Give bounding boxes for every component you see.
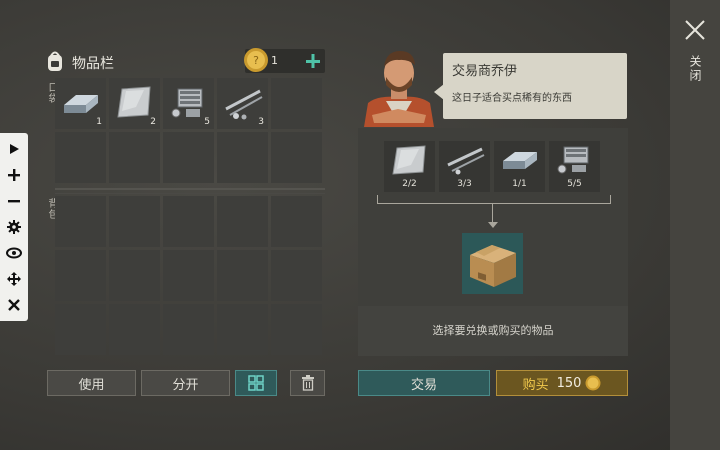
recipe-arrow-line bbox=[492, 203, 493, 223]
pocket-slot-4[interactable]: 3 bbox=[217, 78, 268, 129]
pipe-parts-icon bbox=[447, 147, 485, 175]
backpack-slot[interactable] bbox=[271, 250, 322, 301]
sort-button[interactable] bbox=[235, 370, 277, 396]
pocket-slot-3[interactable]: 5 bbox=[163, 78, 214, 129]
add-coins-button[interactable] bbox=[303, 51, 323, 71]
minus-icon bbox=[8, 200, 20, 203]
backpack-slot[interactable] bbox=[163, 304, 214, 355]
grid-sort-icon bbox=[248, 375, 264, 391]
backpack-slot[interactable] bbox=[271, 304, 322, 355]
section-divider bbox=[55, 193, 325, 194]
recipe-bracket bbox=[377, 195, 611, 204]
inventory-header: 物品栏 ? 1 bbox=[45, 48, 325, 74]
split-button[interactable]: 分开 bbox=[141, 370, 230, 396]
pocket-slot-9[interactable] bbox=[217, 132, 268, 183]
move-tool[interactable] bbox=[4, 269, 24, 289]
pocket-slot-7[interactable] bbox=[109, 132, 160, 183]
pocket-slot-1[interactable]: 1 bbox=[55, 78, 106, 129]
backpack-icon bbox=[48, 51, 62, 71]
cardboard-box-icon bbox=[470, 245, 516, 287]
buy-label: 购买 bbox=[522, 377, 549, 393]
gear-icon bbox=[7, 220, 21, 234]
coin-counter: ? 1 bbox=[244, 48, 325, 73]
side-toolbar bbox=[0, 133, 28, 321]
item-quantity: 5 bbox=[204, 117, 210, 127]
engine-part-icon bbox=[171, 88, 203, 118]
zoom-out-tool[interactable] bbox=[4, 191, 24, 211]
backpack-slot[interactable] bbox=[55, 196, 106, 247]
required-item-1[interactable]: 2/2 bbox=[384, 141, 435, 192]
reward-item[interactable] bbox=[462, 233, 523, 294]
play-icon bbox=[10, 144, 19, 154]
metal-bar-icon bbox=[503, 152, 537, 169]
arrow-down-icon bbox=[488, 222, 498, 228]
metal-bar-icon bbox=[64, 95, 98, 113]
coin-icon bbox=[585, 375, 601, 391]
section-divider bbox=[55, 188, 325, 190]
backpack-slot[interactable] bbox=[55, 250, 106, 301]
backpack-slot[interactable] bbox=[217, 304, 268, 355]
required-count: 2/2 bbox=[402, 179, 417, 189]
view-tool[interactable] bbox=[4, 243, 24, 263]
buy-button[interactable]: 购买 150 bbox=[496, 370, 628, 396]
svg-text:?: ? bbox=[253, 54, 259, 67]
settings-tool[interactable] bbox=[4, 217, 24, 237]
required-count: 5/5 bbox=[567, 179, 582, 189]
delete-button[interactable] bbox=[290, 370, 325, 396]
required-count: 3/3 bbox=[457, 179, 472, 189]
item-quantity: 3 bbox=[258, 117, 264, 127]
pipe-parts-icon bbox=[225, 89, 263, 120]
backpack-grid bbox=[55, 196, 322, 355]
coin-icon: ? bbox=[244, 48, 268, 72]
pocket-slot-10[interactable] bbox=[271, 132, 322, 183]
move-arrows-icon bbox=[7, 272, 21, 286]
coin-count: 1 bbox=[271, 54, 278, 67]
item-quantity: 1 bbox=[96, 117, 102, 127]
buy-price: 150 bbox=[556, 375, 582, 391]
required-item-2[interactable]: 3/3 bbox=[439, 141, 490, 192]
close-button[interactable] bbox=[683, 18, 707, 42]
backpack-slot[interactable] bbox=[217, 196, 268, 247]
required-item-4[interactable]: 5/5 bbox=[549, 141, 600, 192]
backpack-slot[interactable] bbox=[55, 304, 106, 355]
close-icon bbox=[685, 20, 705, 40]
item-quantity: 2 bbox=[150, 117, 156, 127]
pockets-grid: 1 2 5 3 bbox=[55, 78, 322, 183]
zoom-in-tool[interactable] bbox=[4, 165, 24, 185]
close-tool[interactable] bbox=[4, 295, 24, 315]
close-icon bbox=[8, 299, 20, 311]
eye-icon bbox=[6, 247, 22, 259]
use-button[interactable]: 使用 bbox=[47, 370, 136, 396]
close-label[interactable]: 关闭 bbox=[684, 55, 704, 83]
metal-plate-icon bbox=[117, 86, 151, 118]
trade-hint: 选择要兑换或购买的物品 bbox=[432, 324, 554, 337]
trader-dialogue: 这日子适合买点稀有的东西 bbox=[452, 93, 572, 104]
backpack-slot[interactable] bbox=[109, 304, 160, 355]
pocket-slot-6[interactable] bbox=[55, 132, 106, 183]
plus-icon bbox=[8, 169, 20, 181]
backpack-slot[interactable] bbox=[163, 196, 214, 247]
trade-button[interactable]: 交易 bbox=[358, 370, 490, 396]
trader-portrait bbox=[358, 45, 440, 127]
inventory-title: 物品栏 bbox=[72, 56, 114, 72]
required-item-3[interactable]: 1/1 bbox=[494, 141, 545, 192]
play-tool[interactable] bbox=[4, 139, 24, 159]
plus-icon bbox=[306, 54, 320, 68]
metal-plate-icon bbox=[392, 145, 426, 175]
backpack-slot[interactable] bbox=[217, 250, 268, 301]
trader-name: 交易商乔伊 bbox=[452, 64, 518, 79]
pocket-slot-8[interactable] bbox=[163, 132, 214, 183]
trader-avatar-icon bbox=[364, 51, 434, 127]
required-count: 1/1 bbox=[512, 179, 527, 189]
backpack-slot[interactable] bbox=[271, 196, 322, 247]
pocket-slot-2[interactable]: 2 bbox=[109, 78, 160, 129]
backpack-slot[interactable] bbox=[163, 250, 214, 301]
pocket-slot-5[interactable] bbox=[271, 78, 322, 129]
backpack-slot[interactable] bbox=[109, 196, 160, 247]
engine-part-icon bbox=[557, 146, 589, 174]
backpack-slot[interactable] bbox=[109, 250, 160, 301]
trash-icon bbox=[301, 375, 314, 391]
